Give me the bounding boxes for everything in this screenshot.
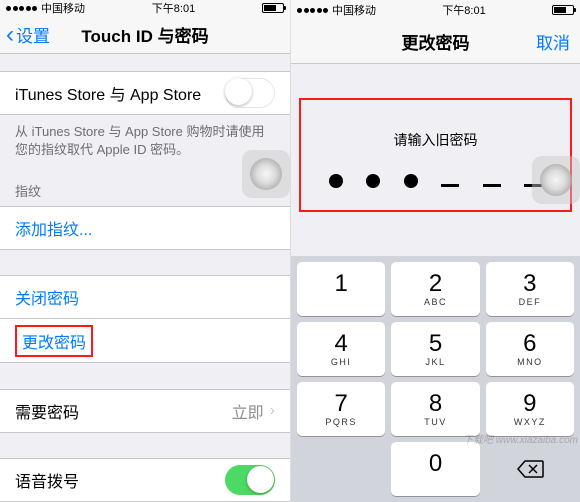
page-title: 更改密码 (402, 29, 470, 54)
change-passcode-screen: 中国移动 下午8:01 更改密码 取消 请输入旧密码 1 2ABC3DEF4GH… (290, 0, 580, 502)
chevron-right-icon: › (270, 402, 275, 420)
nav-bar: ‹ 设置 Touch ID 与密码 (0, 17, 290, 54)
keypad-key-3[interactable]: 3DEF (486, 262, 574, 316)
status-bar: 中国移动 下午8:01 (291, 0, 580, 20)
key-number: 5 (429, 332, 442, 356)
carrier-label: 中国移动 (332, 2, 376, 18)
key-number: 3 (523, 272, 536, 296)
key-number: 1 (334, 272, 347, 296)
passcode-empty-dash (441, 184, 459, 187)
keypad-empty (297, 442, 385, 496)
row-itunes-store[interactable]: iTunes Store 与 App Store (0, 71, 290, 115)
signal-dots-icon (6, 6, 37, 11)
back-button[interactable]: ‹ 设置 (6, 22, 50, 47)
keypad-key-7[interactable]: 7PQRS (297, 382, 385, 436)
turn-off-passcode-button[interactable]: 关闭密码 (0, 275, 290, 319)
battery-icon (552, 5, 574, 15)
key-number: 9 (523, 392, 536, 416)
add-fingerprint-button[interactable]: 添加指纹... (0, 206, 290, 250)
keypad-backspace[interactable] (486, 442, 574, 496)
row-label: 更改密码 (15, 325, 93, 357)
key-number: 4 (334, 332, 347, 356)
change-passcode-button[interactable]: 更改密码 (0, 319, 290, 363)
row-label: 需要密码 (15, 399, 79, 423)
key-number: 0 (429, 452, 442, 476)
passcode-filled-dot (366, 174, 380, 188)
require-passcode-row[interactable]: 需要密码 立即 › (0, 389, 290, 433)
key-letters: WXYZ (514, 417, 546, 427)
backspace-icon (516, 459, 544, 479)
keypad-key-6[interactable]: 6MNO (486, 322, 574, 376)
carrier-label: 中国移动 (41, 0, 85, 16)
key-letters: DEF (519, 297, 542, 307)
row-label: 语音拨号 (15, 468, 79, 492)
key-number: 2 (429, 272, 442, 296)
key-number: 7 (334, 392, 347, 416)
cancel-button[interactable]: 取消 (536, 29, 570, 54)
key-letters: MNO (517, 357, 543, 367)
keypad-key-8[interactable]: 8TUV (391, 382, 479, 436)
voice-dial-row[interactable]: 语音拨号 (0, 458, 290, 502)
status-time: 下午8:01 (152, 0, 195, 16)
keypad-key-0[interactable]: 0 (391, 442, 479, 496)
settings-screen: 中国移动 下午8:01 ‹ 设置 Touch ID 与密码 iTunes Sto… (0, 0, 290, 502)
row-label: 添加指纹... (15, 216, 92, 240)
key-number: 8 (429, 392, 442, 416)
keypad-key-4[interactable]: 4GHI (297, 322, 385, 376)
row-value: 立即 (232, 399, 264, 423)
keypad-key-9[interactable]: 9WXYZ (486, 382, 574, 436)
passcode-empty-dash (483, 184, 501, 187)
passcode-prompt: 请输入旧密码 (311, 130, 560, 150)
passcode-filled-dot (329, 174, 343, 188)
passcode-filled-dot (404, 174, 418, 188)
key-letters: PQRS (325, 417, 357, 427)
key-letters: JKL (425, 357, 445, 367)
toggle-itunes[interactable] (225, 78, 275, 108)
assistive-touch-icon[interactable] (242, 150, 290, 198)
passcode-dots (311, 174, 560, 188)
toggle-voice-dial[interactable] (225, 465, 275, 495)
numeric-keypad: 1 2ABC3DEF4GHI5JKL6MNO7PQRS8TUV9WXYZ0 (291, 256, 580, 502)
battery-icon (262, 3, 284, 13)
key-letters: GHI (331, 357, 352, 367)
keypad-key-2[interactable]: 2ABC (391, 262, 479, 316)
keypad-key-1[interactable]: 1 (297, 262, 385, 316)
assistive-touch-icon[interactable] (532, 156, 580, 204)
key-letters: ABC (424, 297, 447, 307)
nav-bar: 更改密码 取消 (291, 20, 580, 64)
status-time: 下午8:01 (442, 2, 485, 18)
back-label: 设置 (16, 22, 50, 47)
row-label: iTunes Store 与 App Store (15, 81, 201, 105)
page-title: Touch ID 与密码 (81, 22, 208, 47)
key-letters: TUV (424, 417, 447, 427)
signal-dots-icon (297, 8, 328, 13)
row-label: 关闭密码 (15, 285, 79, 309)
chevron-left-icon: ‹ (6, 23, 14, 47)
key-number: 6 (523, 332, 536, 356)
status-bar: 中国移动 下午8:01 (0, 0, 290, 17)
keypad-key-5[interactable]: 5JKL (391, 322, 479, 376)
